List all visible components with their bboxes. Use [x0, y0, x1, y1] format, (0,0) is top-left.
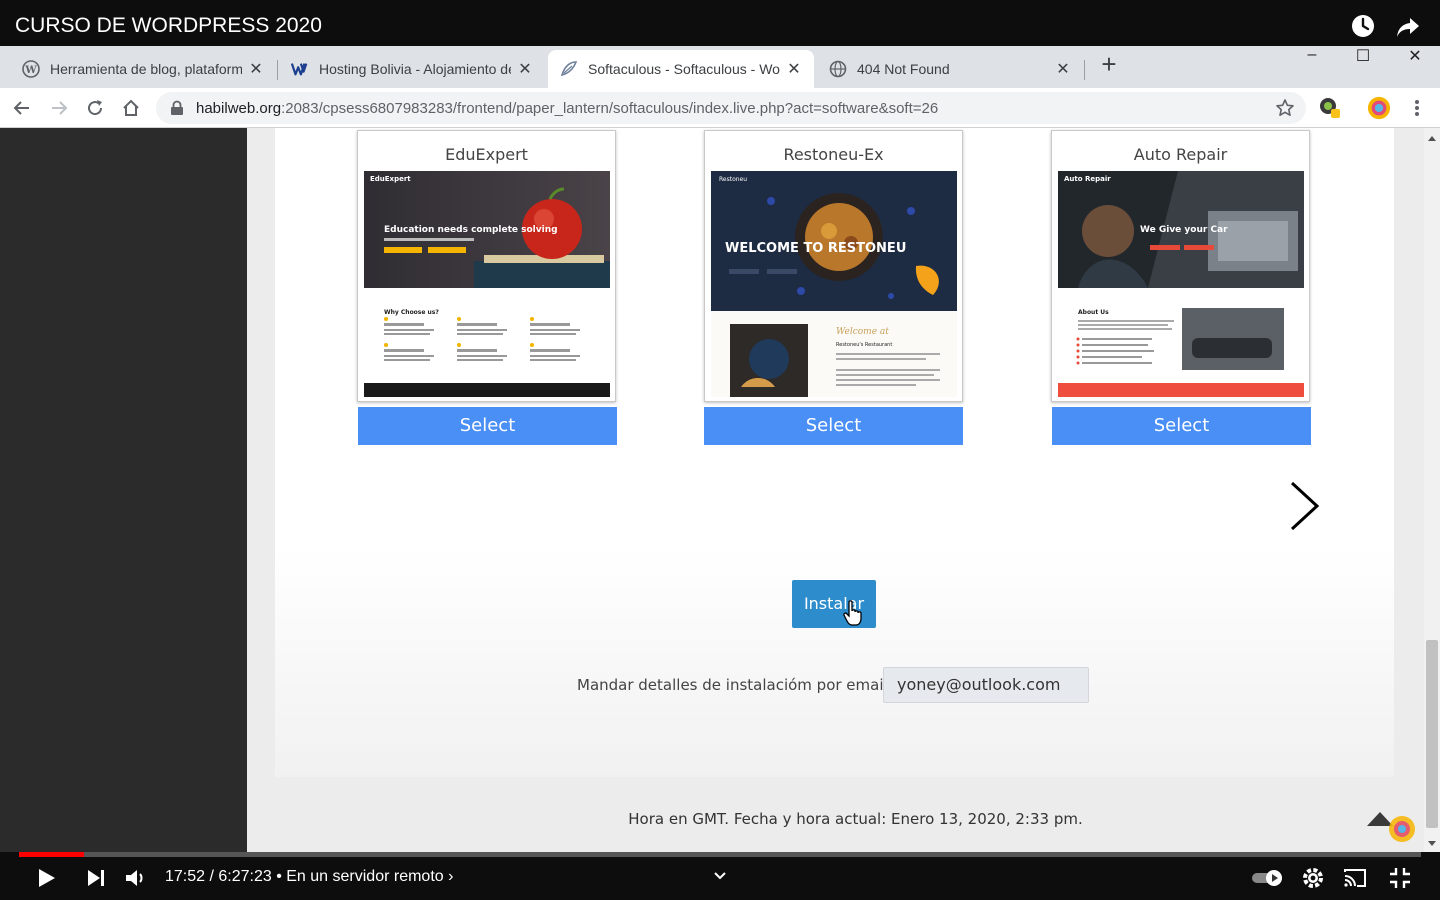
theme-preview-image: Auto Repair We Give your Car About Us [1058, 171, 1304, 397]
thumb-headline: WELCOME TO RESTONEU [725, 241, 906, 256]
theme-preview-image: Restoneu WELCOME TO RESTONEU Welcome at … [711, 171, 957, 397]
theme-preview-image: EduExpert Education needs complete solvi… [364, 171, 610, 397]
theme-card-eduexpert[interactable]: EduExpert EduExpert Education needs comp… [357, 130, 616, 402]
select-theme-eduexpert-button[interactable]: Select [358, 407, 617, 445]
close-tab-icon[interactable]: ✕ [248, 59, 264, 79]
new-tab-button[interactable]: + [1096, 51, 1122, 78]
tab-label: Hosting Bolivia - Alojamiento de [319, 61, 511, 77]
chrome-menu-icon[interactable] [1405, 96, 1429, 120]
tab-strip: W Herramienta de blog, plataforma ✕ Host… [0, 46, 1440, 88]
thumb-section: About Us [1078, 309, 1109, 316]
email-field[interactable]: yoney@outlook.com [883, 667, 1089, 703]
back-arrow-icon [13, 101, 29, 115]
forward-arrow-icon [52, 101, 68, 115]
theme-card-auto-repair[interactable]: Auto Repair Auto Repair We Give your Car… [1051, 130, 1310, 402]
tab-404[interactable]: 404 Not Found ✕ [817, 50, 1083, 88]
url-host: habilweb.org [196, 99, 282, 117]
select-theme-auto-repair-button[interactable]: Select [1052, 407, 1311, 445]
softaculous-content: EduExpert EduExpert Education needs comp… [247, 128, 1424, 852]
back-button[interactable] [10, 96, 34, 120]
theme-name: Restoneu-Ex [783, 145, 884, 164]
cast-icon[interactable] [1341, 864, 1369, 892]
install-button[interactable]: Instalar [792, 580, 876, 628]
wordpress-icon: W [22, 60, 40, 78]
email-notify-label: Mandar detalles de instalacióm por email… [577, 676, 912, 694]
thumb-brand: EduExpert [370, 175, 411, 183]
thumb-script: Welcome at [836, 327, 889, 337]
video-progress-bar[interactable] [19, 852, 1421, 857]
next-themes-arrow-icon[interactable] [1287, 480, 1323, 532]
thumb-sub: Restoneu's Restaurant [836, 342, 892, 348]
watch-later-icon[interactable] [1349, 12, 1377, 40]
next-video-icon[interactable] [82, 864, 110, 892]
habilweb-icon [291, 60, 309, 78]
channel-watermark-icon [1389, 816, 1415, 842]
tab-wordpress[interactable]: W Herramienta de blog, plataforma ✕ [10, 50, 276, 88]
forward-button[interactable] [47, 96, 71, 120]
video-title: CURSO DE WORDPRESS 2020 [15, 14, 322, 37]
profile-avatar[interactable] [1367, 96, 1391, 120]
video-title-bar: CURSO DE WORDPRESS 2020 [0, 0, 1440, 46]
scroll-down-icon [1428, 841, 1436, 846]
tab-label: Softaculous - Softaculous - Word [588, 61, 780, 77]
thumb-section: Why Choose us? [384, 309, 439, 316]
softaculous-icon [560, 60, 578, 78]
close-window-button[interactable]: ✕ [1389, 46, 1440, 66]
autoplay-toggle[interactable] [1250, 864, 1286, 892]
close-tab-icon[interactable]: ✕ [517, 59, 533, 79]
reload-icon [88, 100, 103, 116]
tab-label: Herramienta de blog, plataforma [50, 61, 242, 77]
video-time[interactable]: 17:52 / 6:27:23 • En un servidor remoto … [165, 868, 453, 886]
page-scrollbar[interactable] [1424, 128, 1440, 852]
cpanel-sidebar [0, 128, 247, 852]
theme-name: EduExpert [445, 145, 528, 164]
screen: CURSO DE WORDPRESS 2020 W Herramienta de… [0, 0, 1440, 900]
lock-icon [171, 100, 183, 115]
scroll-up-icon [1428, 136, 1436, 141]
globe-icon [829, 60, 847, 78]
exit-fullscreen-icon[interactable] [1386, 864, 1414, 892]
share-icon[interactable] [1394, 12, 1422, 40]
tab-divider [277, 60, 278, 80]
home-icon [123, 99, 139, 116]
extension-icon[interactable] [1318, 96, 1342, 120]
tab-divider [1084, 60, 1085, 80]
svg-text:W: W [24, 65, 37, 76]
video-progress-played [19, 852, 84, 857]
maximize-window-button[interactable]: ☐ [1337, 46, 1389, 66]
scrollbar-thumb[interactable] [1426, 640, 1438, 828]
hand-cursor-icon [843, 600, 862, 626]
thumb-brand: Restoneu [719, 176, 747, 183]
volume-icon[interactable] [122, 864, 150, 892]
minimize-window-button[interactable]: – [1286, 46, 1338, 66]
close-tab-icon[interactable]: ✕ [1055, 59, 1071, 79]
settings-gear-icon[interactable] [1299, 864, 1327, 892]
theme-name: Auto Repair [1133, 145, 1228, 164]
tab-label: 404 Not Found [857, 61, 950, 77]
play-icon[interactable] [32, 864, 60, 892]
reload-button[interactable] [83, 96, 107, 120]
tab-softaculous[interactable]: Softaculous - Softaculous - Word ✕ [548, 50, 814, 88]
thumb-brand: Auto Repair [1064, 175, 1111, 183]
home-button[interactable] [119, 96, 143, 120]
address-bar[interactable]: habilweb.org:2083/cpsess6807983283/front… [156, 92, 1306, 124]
thumb-headline: Education needs complete solving [384, 225, 558, 235]
theme-card-restoneu-ex[interactable]: Restoneu-Ex Restoneu WELCOME TO RESTONEU [704, 130, 963, 402]
url-path: :2083/cpsess6807983283/frontend/paper_la… [281, 99, 939, 117]
chapters-chevron-icon[interactable] [706, 864, 734, 892]
bookmark-star-icon[interactable] [1273, 96, 1297, 120]
browser-toolbar: habilweb.org:2083/cpsess6807983283/front… [0, 88, 1440, 128]
select-theme-restoneu-ex-button[interactable]: Select [704, 407, 963, 445]
close-tab-icon[interactable]: ✕ [786, 59, 802, 79]
tab-hosting-bolivia[interactable]: Hosting Bolivia - Alojamiento de ✕ [279, 50, 545, 88]
thumb-headline: We Give your Car [1140, 225, 1228, 235]
server-time-footer: Hora en GMT. Fecha y hora actual: Enero … [628, 810, 1083, 828]
